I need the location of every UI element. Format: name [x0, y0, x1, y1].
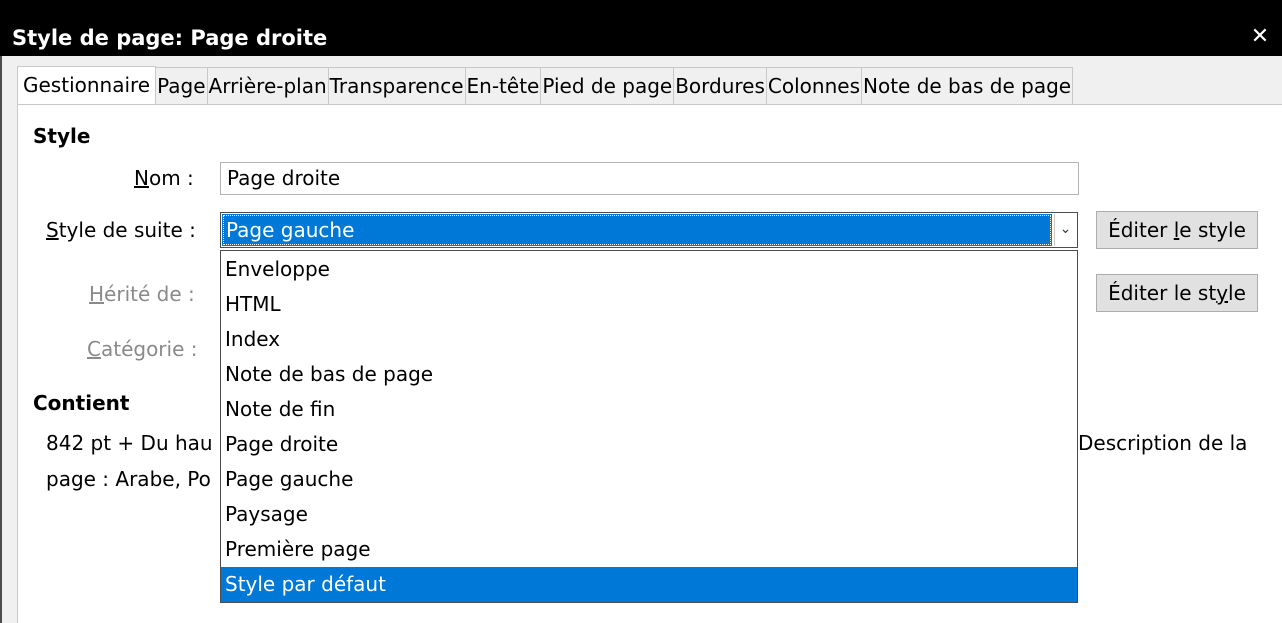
contains-section-heading: Contient	[33, 391, 130, 415]
edit-button-2-pre: Éditer le st	[1108, 281, 1217, 305]
tab-pied-de-page[interactable]: Pied de page	[540, 67, 675, 104]
inherit-label-mnemonic: H	[89, 282, 105, 306]
next-style-combobox[interactable]: Page gauche ⌄	[220, 212, 1078, 248]
edit-button-1-post: e style	[1179, 218, 1246, 242]
tab-page[interactable]: Page	[155, 67, 208, 104]
title-bar: Style de page: Page droite ✕	[0, 0, 1282, 56]
chevron-down-icon[interactable]: ⌄	[1054, 214, 1076, 246]
next-style-label: Style de suite :	[46, 218, 196, 242]
dropdown-item-premiere-page[interactable]: Première page	[221, 532, 1077, 567]
inherit-label: Hérité de :	[89, 282, 195, 306]
tab-gestionnaire[interactable]: Gestionnaire	[17, 66, 157, 105]
dropdown-item-html[interactable]: HTML	[221, 287, 1077, 322]
tab-transparence[interactable]: Transparence	[327, 67, 466, 104]
edit-button-2-mnemonic: y	[1216, 281, 1229, 305]
edit-button-2-post: le	[1228, 281, 1246, 305]
next-style-dropdown-list[interactable]: Enveloppe HTML Index Note de bas de page…	[220, 250, 1078, 603]
next-style-label-mnemonic: S	[46, 218, 59, 242]
dropdown-item-note-de-fin[interactable]: Note de fin	[221, 392, 1077, 427]
tab-arriere-plan[interactable]: Arrière-plan	[206, 67, 329, 104]
dropdown-item-index[interactable]: Index	[221, 322, 1077, 357]
name-label-text: om :	[148, 166, 194, 190]
tab-en-tete[interactable]: En-tête	[464, 67, 542, 104]
dropdown-item-style-par-defaut[interactable]: Style par défaut	[221, 567, 1077, 602]
next-style-selected-value[interactable]: Page gauche	[222, 214, 1052, 246]
dropdown-item-page-gauche[interactable]: Page gauche	[221, 462, 1077, 497]
style-section-heading: Style	[33, 124, 91, 148]
edit-inherited-style-button[interactable]: Éditer le style	[1096, 274, 1258, 312]
dropdown-item-note-de-bas-de-page[interactable]: Note de bas de page	[221, 357, 1077, 392]
next-style-label-text: tyle de suite :	[58, 218, 196, 242]
tab-bordures[interactable]: Bordures	[673, 67, 767, 104]
tab-bar: Gestionnaire Page Arrière-plan Transpare…	[17, 66, 1074, 105]
name-label: Nom :	[134, 166, 194, 190]
contains-description-line2-left: page : Arabe, Po	[46, 467, 211, 491]
dropdown-item-paysage[interactable]: Paysage	[221, 497, 1077, 532]
name-label-mnemonic: N	[134, 166, 149, 190]
close-icon[interactable]: ✕	[1238, 20, 1282, 56]
window-left-border	[0, 56, 2, 623]
category-label-text: atégorie :	[100, 337, 198, 361]
inherit-label-text: érité de :	[104, 282, 195, 306]
dropdown-item-page-droite[interactable]: Page droite	[221, 427, 1077, 462]
contains-description-line1-right: Description de la	[1078, 431, 1248, 455]
window-title: Style de page: Page droite	[12, 26, 328, 50]
edit-button-1-pre: Éditer	[1108, 218, 1174, 242]
dialog-window: Style de page: Page droite ✕ Gestionnair…	[0, 0, 1282, 623]
contains-description-line1-left: 842 pt + Du hau	[46, 431, 213, 455]
edit-next-style-button[interactable]: Éditer le style	[1096, 211, 1258, 249]
tab-colonnes[interactable]: Colonnes	[765, 67, 862, 104]
category-label: Catégorie :	[87, 337, 197, 361]
tab-note-de-bas-de-page[interactable]: Note de bas de page	[861, 67, 1074, 104]
name-input[interactable]: Page droite	[220, 162, 1079, 195]
category-label-mnemonic: C	[87, 337, 101, 361]
dropdown-item-enveloppe[interactable]: Enveloppe	[221, 252, 1077, 287]
